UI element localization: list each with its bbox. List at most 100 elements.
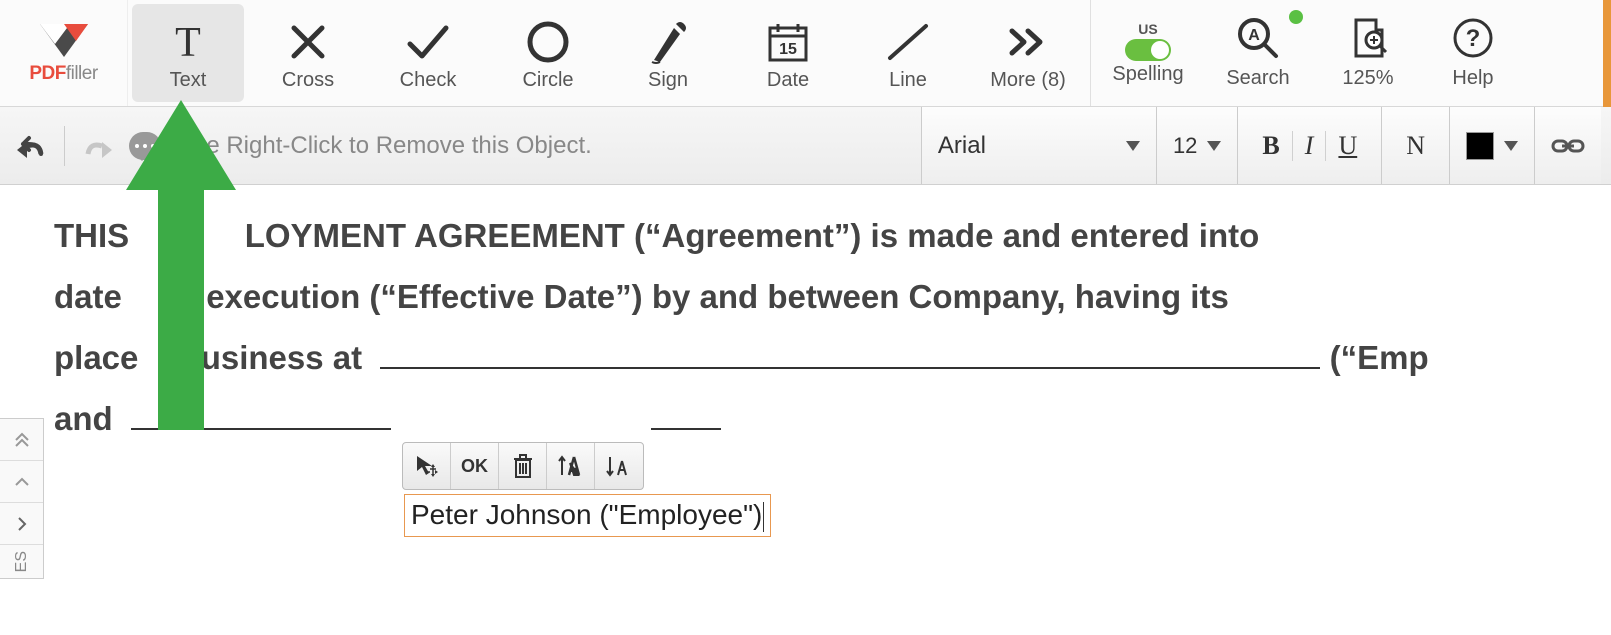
text-icon: T (164, 14, 212, 69)
svg-text:15: 15 (779, 41, 797, 58)
font-family-select[interactable]: Arial (921, 107, 1156, 184)
chevron-down-icon (1504, 141, 1518, 151)
pages-sidebar: ES (0, 418, 44, 579)
font-family-value: Arial (938, 132, 986, 160)
increase-size-button[interactable] (547, 443, 595, 489)
blank-field-2b[interactable] (651, 402, 721, 430)
trash-icon (512, 453, 534, 479)
more-tools-button[interactable]: More (8) (968, 0, 1088, 106)
sign-tool-label: Sign (648, 69, 688, 92)
separator (1325, 131, 1326, 161)
scroll-top-button[interactable] (0, 419, 43, 461)
line-icon (884, 14, 932, 69)
main-toolbar: PDFfiller T Text Cross Check Circle Sign (0, 0, 1611, 107)
notification-dot-icon (1289, 10, 1303, 24)
color-swatch-icon (1466, 132, 1494, 160)
font-size-select[interactable]: 12 (1156, 107, 1237, 184)
line-tool-button[interactable]: Line (848, 0, 968, 106)
text-input-value: Peter Johnson ("Employee") (411, 499, 762, 530)
delete-button[interactable] (499, 443, 547, 489)
zoom-button[interactable]: 125% (1313, 0, 1423, 106)
help-button[interactable]: ? Help (1423, 0, 1523, 106)
link-button[interactable] (1534, 107, 1601, 184)
line-tool-label: Line (889, 69, 927, 92)
move-cursor-icon (414, 453, 440, 479)
circle-tool-label: Circle (522, 69, 573, 92)
check-tool-label: Check (400, 69, 457, 92)
blank-field-2a[interactable] (131, 402, 391, 430)
blank-field-1[interactable] (380, 341, 1320, 369)
double-chevron-up-icon (13, 431, 31, 449)
help-icon: ? (1451, 16, 1495, 65)
pages-label-cell: ES (0, 545, 43, 578)
spelling-button[interactable]: US Spelling (1093, 0, 1203, 106)
chevron-down-icon (1207, 141, 1221, 151)
right-edge-accent (1603, 0, 1611, 107)
check-icon (404, 14, 452, 69)
zoom-icon (1346, 16, 1390, 65)
logo-text: PDFfiller (29, 63, 97, 85)
text-input-field[interactable]: Peter Johnson ("Employee") (404, 494, 771, 537)
underline-button[interactable]: U (1330, 131, 1365, 161)
toolbar-separator (1090, 0, 1091, 106)
chevron-down-icon (1126, 141, 1140, 151)
normal-label: N (1398, 131, 1433, 161)
circle-tool-button[interactable]: Circle (488, 0, 608, 106)
help-label: Help (1452, 67, 1493, 90)
chevron-up-icon (14, 476, 30, 488)
svg-text:?: ? (1466, 25, 1481, 52)
search-button[interactable]: A Search (1203, 0, 1313, 106)
date-tool-label: Date (767, 69, 809, 92)
search-icon: A (1236, 16, 1280, 65)
undo-button[interactable] (10, 126, 50, 166)
text-color-select[interactable] (1449, 107, 1534, 184)
separator (1292, 131, 1293, 161)
decrease-size-button[interactable] (595, 443, 643, 489)
format-group: Arial 12 B I U N (921, 107, 1601, 184)
bold-button[interactable]: B (1254, 131, 1287, 161)
document-area[interactable]: THISXEMPXLOYMENT AGREEMENT (“Agreement”)… (0, 185, 1611, 449)
spelling-language-badge: US (1138, 21, 1157, 37)
svg-text:A: A (1248, 27, 1260, 44)
text-tool-button[interactable]: T Text (132, 4, 244, 102)
ok-label: OK (461, 456, 488, 477)
app-logo[interactable]: PDFfiller (0, 0, 128, 106)
sub-left-group: Use Right-Click to Remove this Object. (10, 126, 592, 166)
redo-icon (82, 132, 116, 160)
italic-button[interactable]: I (1297, 131, 1322, 161)
svg-text:T: T (175, 20, 201, 66)
font-size-value: 12 (1173, 133, 1197, 159)
more-tools-label: More (8) (990, 69, 1066, 92)
text-cursor (763, 502, 764, 532)
sign-icon (646, 14, 690, 69)
pages-label: ES (13, 545, 31, 578)
redo-button[interactable] (79, 126, 119, 166)
cross-icon (286, 14, 330, 69)
normal-style-button[interactable]: N (1381, 107, 1449, 184)
text-edit-toolbar: OK (402, 442, 644, 490)
ok-button[interactable]: OK (451, 443, 499, 489)
format-toolbar: Use Right-Click to Remove this Object. A… (0, 107, 1611, 185)
expand-pages-button[interactable] (0, 503, 43, 545)
link-icon (1551, 136, 1585, 156)
sub-divider (64, 126, 65, 166)
move-handle-button[interactable] (403, 443, 451, 489)
document-text: THISXEMPXLOYMENT AGREEMENT (“Agreement”)… (54, 205, 1611, 449)
logo-icon (34, 21, 94, 59)
sign-tool-button[interactable]: Sign (608, 0, 728, 106)
spelling-label: Spelling (1112, 63, 1183, 86)
size-down-icon (604, 453, 634, 479)
scroll-up-button[interactable] (0, 461, 43, 503)
more-icon (1004, 14, 1052, 69)
circle-icon (524, 14, 572, 69)
chevron-right-icon (16, 516, 28, 532)
cross-tool-button[interactable]: Cross (248, 0, 368, 106)
check-tool-button[interactable]: Check (368, 0, 488, 106)
date-tool-button[interactable]: 15 Date (728, 0, 848, 106)
calendar-icon: 15 (766, 14, 810, 69)
undo-icon (13, 132, 47, 160)
zoom-label: 125% (1342, 67, 1393, 90)
hint-text: Use Right-Click to Remove this Object. (177, 132, 592, 160)
size-up-icon (556, 453, 586, 479)
text-style-group: B I U (1237, 107, 1381, 184)
